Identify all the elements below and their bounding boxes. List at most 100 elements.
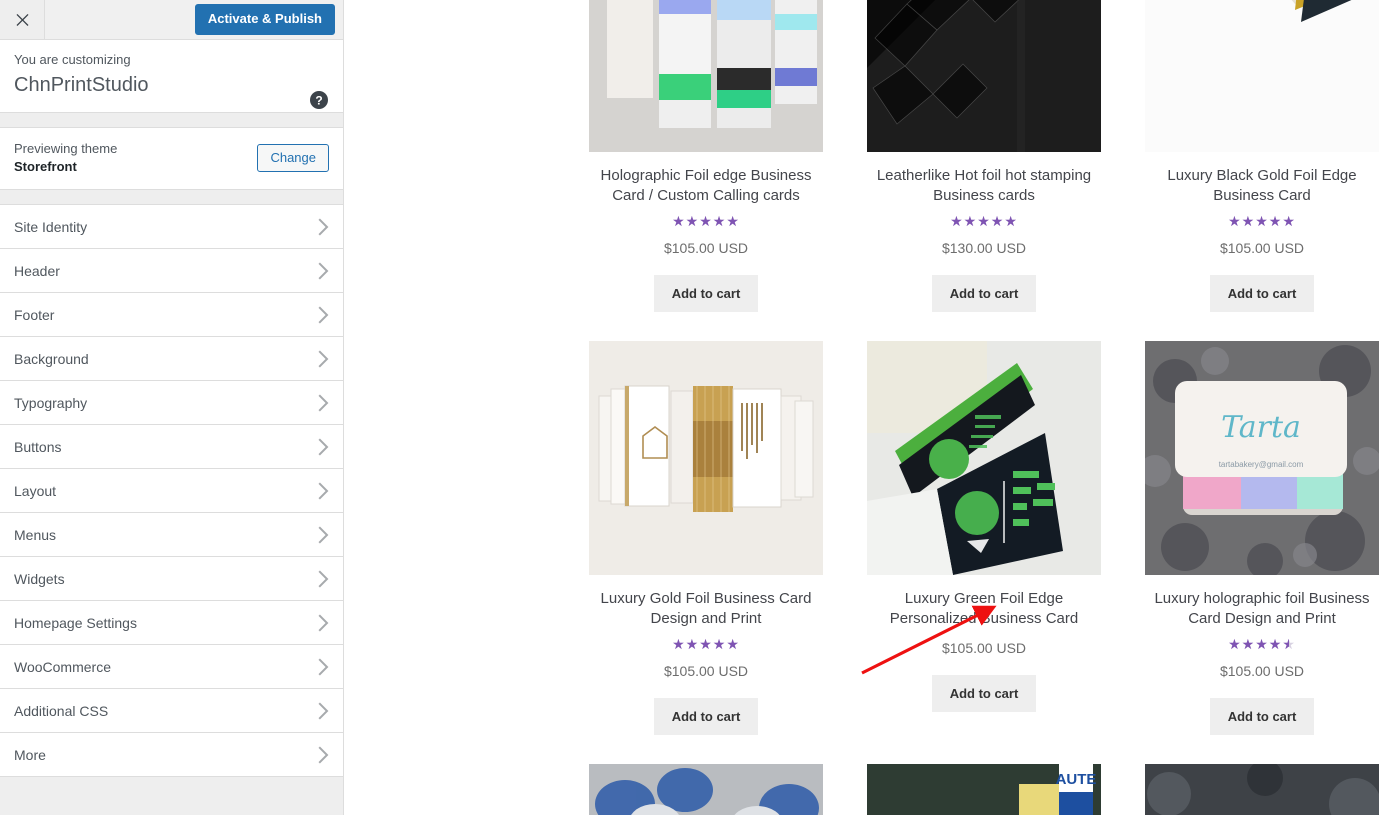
header-spacer: [45, 0, 195, 39]
sidebar-item-more[interactable]: More: [0, 733, 343, 778]
you-are-customizing-label: You are customizing: [14, 52, 131, 67]
product-image[interactable]: [1145, 0, 1379, 152]
product-star-rating: ★★★★★★★★★★: [867, 214, 1101, 230]
chevron-right-icon: [317, 482, 329, 500]
product-image[interactable]: [867, 0, 1101, 152]
sidebar-list-filler: [0, 777, 343, 815]
previewing-theme-label: Previewing theme: [14, 140, 118, 156]
customizing-info-panel: You are customizing ChnPrintStudio ?: [0, 40, 343, 113]
close-customizer-button[interactable]: [0, 0, 45, 39]
help-question-icon[interactable]: ?: [309, 90, 329, 110]
sidebar-item-additional-css[interactable]: Additional CSS: [0, 689, 343, 734]
sidebar-item-menus[interactable]: Menus: [0, 513, 343, 558]
change-theme-button[interactable]: Change: [257, 144, 329, 173]
product-title[interactable]: Holographic Foil edge Business Card / Cu…: [589, 166, 823, 207]
product-price: $105.00 USD: [1219, 239, 1305, 256]
product-card[interactable]: IMMOS1942AUTE: [867, 764, 1101, 815]
sidebar-item-label: Additional CSS: [14, 702, 109, 719]
customizer-screen: Activate & Publish You are customizing C…: [0, 0, 1398, 815]
customizer-section-list: Site Identity Header Footer Background Typog…: [0, 205, 343, 815]
chevron-right-icon: [317, 394, 329, 412]
svg-text:tartabakery@gmail.com: tartabakery@gmail.com: [1219, 460, 1304, 469]
product-card[interactable]: Leatherlike Hot foil hot stamping Busine…: [867, 0, 1101, 313]
sidebar-item-widgets[interactable]: Widgets: [0, 557, 343, 602]
sidebar-item-typography[interactable]: Typography: [0, 381, 343, 426]
sidebar-item-label: Site Identity: [14, 218, 88, 235]
add-to-cart-button[interactable]: Add to cart: [653, 697, 759, 736]
panel-divider-top: [0, 112, 343, 128]
sidebar-item-label: More: [14, 746, 46, 763]
product-card[interactable]: Luxury Black Gold Foil Edge Business Car…: [1145, 0, 1379, 313]
svg-text:AUTE: AUTE: [1056, 771, 1097, 788]
svg-text:Tarta: Tarta: [1221, 410, 1301, 445]
chevron-right-icon: [317, 218, 329, 236]
product-grid: Holographic Foil edge Business Card / Cu…: [589, 0, 1398, 815]
product-star-rating: ★★★★★★★★★★: [1145, 637, 1379, 653]
chevron-right-icon: [317, 570, 329, 588]
chevron-right-icon: [317, 306, 329, 324]
sidebar-item-label: Homepage Settings: [14, 614, 137, 631]
sidebar-item-label: Menus: [14, 526, 57, 543]
publish-button-area: Activate & Publish: [194, 0, 343, 39]
sidebar-item-buttons[interactable]: Buttons: [0, 425, 343, 470]
sidebar-item-woocommerce[interactable]: WooCommerce: [0, 645, 343, 690]
customizer-sidebar: Activate & Publish You are customizing C…: [0, 0, 344, 815]
activate-and-publish-button[interactable]: Activate & Publish: [194, 4, 335, 35]
stars-icon: ★★★★★★★★★★: [672, 213, 740, 230]
product-star-rating: ★★★★★★★★★★: [589, 214, 823, 230]
sidebar-item-label: Widgets: [14, 570, 65, 587]
product-card[interactable]: Holographic Foil edge Business Card / Cu…: [589, 0, 823, 313]
add-to-cart-button[interactable]: Add to cart: [1209, 274, 1315, 313]
sidebar-item-footer[interactable]: Footer: [0, 293, 343, 338]
product-image[interactable]: [589, 341, 823, 576]
product-image[interactable]: [867, 341, 1101, 576]
sidebar-item-label: Header: [14, 262, 60, 279]
product-price: $105.00 USD: [663, 662, 749, 679]
product-image[interactable]: Tarta tartabakery@gmail.com: [1145, 341, 1379, 576]
product-image[interactable]: [1145, 764, 1379, 815]
add-to-cart-button[interactable]: Add to cart: [1209, 697, 1315, 736]
svg-text:?: ?: [315, 94, 322, 108]
add-to-cart-button[interactable]: Add to cart: [653, 274, 759, 313]
sidebar-item-homepage-settings[interactable]: Homepage Settings: [0, 601, 343, 646]
product-card[interactable]: Luxury Green Foil Edge Personalized Busi…: [867, 341, 1101, 735]
stars-icon: ★★★★★★★★★★: [672, 636, 740, 653]
add-to-cart-button[interactable]: Add to cart: [931, 674, 1037, 713]
chevron-right-icon: [317, 746, 329, 764]
chevron-right-icon: [317, 526, 329, 544]
chevron-right-icon: [317, 658, 329, 676]
product-image[interactable]: IMMOS1942AUTE: [867, 764, 1101, 815]
product-card[interactable]: [589, 764, 823, 815]
sidebar-item-label: Layout: [14, 482, 57, 499]
sidebar-item-label: Background: [14, 350, 89, 367]
sidebar-item-layout[interactable]: Layout: [0, 469, 343, 514]
product-card[interactable]: Tarta tartabakery@gmail.com Luxury hologra…: [1145, 341, 1379, 736]
product-title[interactable]: Luxury holographic foil Business Card De…: [1145, 589, 1379, 630]
stars-icon: ★★★★★★★★★★: [950, 213, 1018, 230]
chevron-right-icon: [317, 350, 329, 368]
product-image[interactable]: [589, 0, 823, 152]
product-star-rating: ★★★★★★★★★★: [589, 637, 823, 653]
site-preview-frame: Holographic Foil edge Business Card / Cu…: [344, 0, 1398, 815]
sidebar-item-label: Typography: [14, 394, 88, 411]
stars-icon: ★★★★★★★★★★: [1228, 636, 1296, 653]
chevron-right-icon: [317, 702, 329, 720]
chevron-right-icon: [317, 262, 329, 280]
theme-info: Previewing theme Storefront: [14, 140, 117, 178]
product-card[interactable]: [1145, 764, 1379, 815]
product-title[interactable]: Luxury Black Gold Foil Edge Business Car…: [1145, 166, 1379, 207]
sidebar-item-label: WooCommerce: [14, 658, 111, 675]
product-title[interactable]: Luxury Green Foil Edge Personalized Busi…: [867, 589, 1101, 630]
product-title[interactable]: Luxury Gold Foil Business Card Design an…: [589, 589, 823, 630]
panel-divider-sections: [0, 190, 343, 206]
product-card[interactable]: Luxury Gold Foil Business Card Design an…: [589, 341, 823, 736]
product-star-rating: ★★★★★★★★★★: [1145, 214, 1379, 230]
product-image[interactable]: [589, 764, 823, 815]
product-title[interactable]: Leatherlike Hot foil hot stamping Busine…: [867, 166, 1101, 207]
chevron-right-icon: [317, 438, 329, 456]
add-to-cart-button[interactable]: Add to cart: [931, 274, 1037, 313]
sidebar-item-label: Footer: [14, 306, 55, 323]
sidebar-item-header[interactable]: Header: [0, 249, 343, 294]
sidebar-item-site-identity[interactable]: Site Identity: [0, 205, 343, 250]
sidebar-item-background[interactable]: Background: [0, 337, 343, 382]
